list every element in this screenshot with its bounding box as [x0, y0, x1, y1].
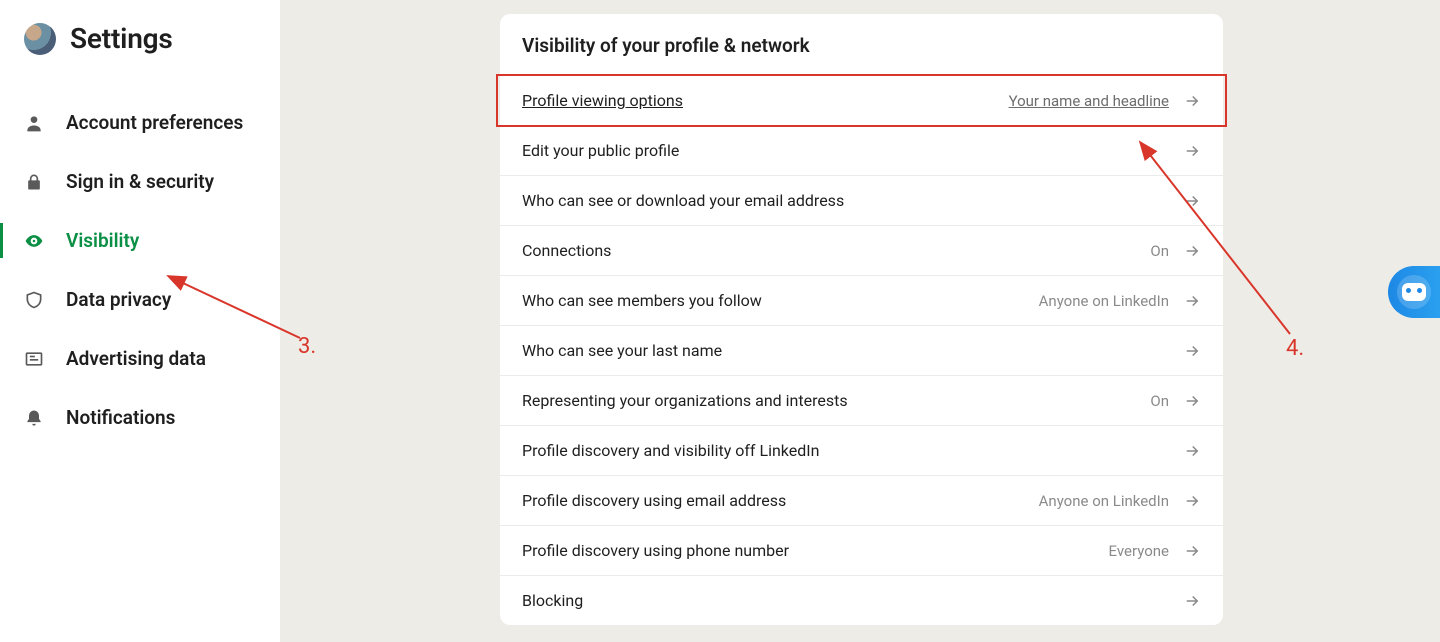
bell-icon	[24, 408, 44, 428]
shield-icon	[24, 290, 44, 310]
row-label: Who can see or download your email addre…	[522, 191, 1169, 210]
row-status: Anyone on LinkedIn	[1039, 292, 1169, 310]
sidebar-item-data-privacy[interactable]: Data privacy	[0, 270, 280, 329]
row-label: Edit your public profile	[522, 141, 1169, 160]
chat-bot-widget[interactable]	[1388, 266, 1440, 318]
arrow-right-icon	[1183, 492, 1201, 510]
sidebar-item-visibility[interactable]: Visibility	[0, 211, 280, 270]
row-status: On	[1150, 392, 1169, 410]
page-title: Settings	[70, 22, 173, 55]
row-right	[1169, 192, 1201, 210]
row-label: Connections	[522, 241, 1150, 260]
settings-nav: Account preferences Sign in & security V…	[0, 93, 280, 447]
row-email-visibility[interactable]: Who can see or download your email addre…	[500, 175, 1223, 225]
sidebar-item-notifications[interactable]: Notifications	[0, 388, 280, 447]
sidebar-item-advertising-data[interactable]: Advertising data	[0, 329, 280, 388]
visibility-panel: Visibility of your profile & network Pro…	[500, 14, 1223, 625]
row-label: Who can see members you follow	[522, 291, 1039, 310]
eye-icon	[24, 231, 44, 251]
annotation-num-4: 4.	[1286, 336, 1304, 361]
panel-title: Visibility of your profile & network	[500, 14, 1223, 75]
row-status: Everyone	[1109, 542, 1169, 560]
row-connections[interactable]: Connections On	[500, 225, 1223, 275]
row-right	[1169, 142, 1201, 160]
news-icon	[24, 349, 44, 369]
sidebar-item-label: Account preferences	[66, 111, 243, 134]
sidebar-item-label: Data privacy	[66, 288, 171, 311]
row-label: Profile discovery and visibility off Lin…	[522, 441, 1169, 460]
row-label: Profile viewing options	[522, 91, 1009, 110]
row-label: Profile discovery using phone number	[522, 541, 1109, 560]
sidebar-item-account-preferences[interactable]: Account preferences	[0, 93, 280, 152]
lock-icon	[24, 172, 44, 192]
arrow-right-icon	[1183, 142, 1201, 160]
row-discovery-email[interactable]: Profile discovery using email address An…	[500, 475, 1223, 525]
row-members-you-follow[interactable]: Who can see members you follow Anyone on…	[500, 275, 1223, 325]
row-label: Profile discovery using email address	[522, 491, 1039, 510]
row-discovery-phone[interactable]: Profile discovery using phone number Eve…	[500, 525, 1223, 575]
sidebar-item-sign-in-security[interactable]: Sign in & security	[0, 152, 280, 211]
arrow-right-icon	[1183, 392, 1201, 410]
row-blocking[interactable]: Blocking	[500, 575, 1223, 625]
arrow-right-icon	[1183, 92, 1201, 110]
row-label: Representing your organizations and inte…	[522, 391, 1150, 410]
settings-header: Settings	[0, 0, 280, 73]
row-label: Blocking	[522, 591, 1169, 610]
row-right: Everyone	[1109, 542, 1201, 560]
row-right: On	[1150, 242, 1201, 260]
sidebar-item-label: Sign in & security	[66, 170, 214, 193]
settings-sidebar: Settings Account preferences Sign in & s…	[0, 0, 280, 642]
row-right	[1169, 442, 1201, 460]
row-right: Anyone on LinkedIn	[1039, 492, 1201, 510]
row-right: Your name and headline	[1009, 92, 1201, 110]
avatar[interactable]	[24, 23, 56, 55]
row-edit-public-profile[interactable]: Edit your public profile	[500, 125, 1223, 175]
sidebar-item-label: Notifications	[66, 406, 175, 429]
arrow-right-icon	[1183, 342, 1201, 360]
arrow-right-icon	[1183, 242, 1201, 260]
arrow-right-icon	[1183, 292, 1201, 310]
arrow-right-icon	[1183, 592, 1201, 610]
arrow-right-icon	[1183, 542, 1201, 560]
sidebar-item-label: Advertising data	[66, 347, 206, 370]
row-status: On	[1150, 242, 1169, 260]
row-last-name-visibility[interactable]: Who can see your last name	[500, 325, 1223, 375]
row-discovery-off-linkedin[interactable]: Profile discovery and visibility off Lin…	[500, 425, 1223, 475]
row-label: Who can see your last name	[522, 341, 1169, 360]
bot-icon	[1397, 275, 1431, 309]
row-right	[1169, 342, 1201, 360]
row-profile-viewing-options[interactable]: Profile viewing options Your name and he…	[500, 75, 1223, 125]
row-right	[1169, 592, 1201, 610]
arrow-right-icon	[1183, 192, 1201, 210]
row-status: Anyone on LinkedIn	[1039, 492, 1169, 510]
sidebar-item-label: Visibility	[66, 229, 139, 252]
person-icon	[24, 113, 44, 133]
row-right: On	[1150, 392, 1201, 410]
row-status: Your name and headline	[1009, 92, 1169, 110]
annotation-num-3: 3.	[298, 334, 316, 359]
row-right: Anyone on LinkedIn	[1039, 292, 1201, 310]
arrow-right-icon	[1183, 442, 1201, 460]
row-representing-orgs[interactable]: Representing your organizations and inte…	[500, 375, 1223, 425]
